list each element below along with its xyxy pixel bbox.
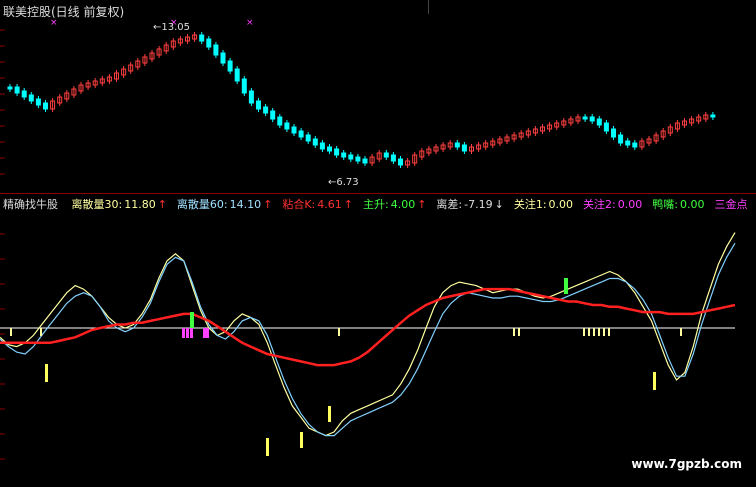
candle-body	[611, 128, 616, 138]
candle-body	[14, 86, 20, 94]
candle-body	[334, 148, 340, 156]
candle-body	[390, 154, 396, 162]
candle-body	[589, 116, 595, 122]
candle-body	[234, 68, 240, 82]
zero-tick	[10, 328, 12, 336]
candle-body	[454, 142, 460, 148]
zero-tick	[593, 328, 595, 336]
signal-bar	[266, 438, 269, 456]
low-price-label: ←6.73	[328, 177, 359, 188]
candle-body	[710, 114, 716, 118]
candle-body	[21, 90, 27, 98]
candle-body	[383, 152, 389, 158]
signal-bar	[300, 432, 303, 448]
candle-body	[355, 156, 361, 162]
watermark: www.7gpzb.com	[631, 457, 742, 471]
candle-body	[277, 116, 283, 126]
candle-body	[270, 110, 276, 120]
candle-body	[632, 142, 638, 148]
signal-marker	[182, 328, 185, 338]
candle-body	[206, 38, 212, 48]
series-line-2	[0, 242, 736, 437]
candle-body	[603, 122, 609, 132]
candle-body	[43, 102, 48, 110]
candle-body	[348, 154, 354, 160]
candle-body	[220, 52, 226, 64]
signal-bar	[564, 278, 568, 294]
candle-body	[305, 134, 311, 142]
series-line-3	[0, 287, 736, 367]
candle-body	[341, 152, 347, 158]
signal-bar	[190, 312, 194, 328]
oscillator-chart[interactable]	[0, 194, 756, 487]
zero-tick	[513, 328, 515, 336]
candle-body	[7, 86, 13, 90]
candle-body	[28, 94, 34, 102]
price-pane[interactable]: 联美控股(日线 前复权) × × × ←13.05 ←6.73	[0, 0, 756, 194]
candlestick-chart[interactable]: × × ×	[0, 0, 756, 194]
zero-tick	[588, 328, 590, 336]
candle-body	[398, 158, 403, 166]
candle-body	[213, 44, 219, 56]
zero-tick	[608, 328, 610, 336]
candle-body	[312, 138, 318, 146]
candle-body	[248, 90, 254, 104]
indicator-pane[interactable]: 精确找牛股 离散量30: 11.80 ↑ 离散量60: 14.10 ↑ 粘合K: 4.61 ↑ 主…	[0, 194, 756, 487]
candle-body	[35, 98, 41, 106]
series-line-1	[0, 232, 736, 437]
high-price-label: ←13.05	[153, 22, 191, 33]
candle-body	[284, 122, 290, 130]
signal-bar	[653, 372, 656, 390]
candle-body	[461, 144, 467, 152]
candle-body	[596, 118, 602, 126]
candle-body	[241, 78, 247, 94]
candle-body	[199, 34, 205, 42]
zero-tick	[518, 328, 520, 336]
marker: ×	[246, 18, 254, 28]
candle-body	[362, 158, 368, 164]
candle-body	[298, 130, 304, 138]
zero-tick	[583, 328, 585, 336]
candle-body	[227, 60, 233, 72]
signal-marker	[206, 328, 209, 338]
signal-bar	[328, 406, 331, 422]
signal-marker	[186, 328, 189, 338]
candle-body	[327, 146, 332, 152]
candle-body	[263, 106, 269, 114]
candle-body	[582, 116, 588, 120]
zero-tick	[40, 328, 42, 336]
signal-marker	[190, 328, 193, 338]
zero-tick	[680, 328, 682, 336]
marker: ×	[50, 18, 58, 28]
candle-body	[291, 126, 297, 134]
zero-tick	[598, 328, 600, 336]
zero-tick	[603, 328, 605, 336]
candle-body	[319, 142, 325, 150]
signal-marker	[203, 328, 206, 338]
candle-body	[256, 100, 261, 110]
candle-body	[625, 140, 631, 146]
zero-tick	[338, 328, 340, 336]
signal-bar	[45, 364, 48, 382]
candle-body	[618, 134, 624, 144]
